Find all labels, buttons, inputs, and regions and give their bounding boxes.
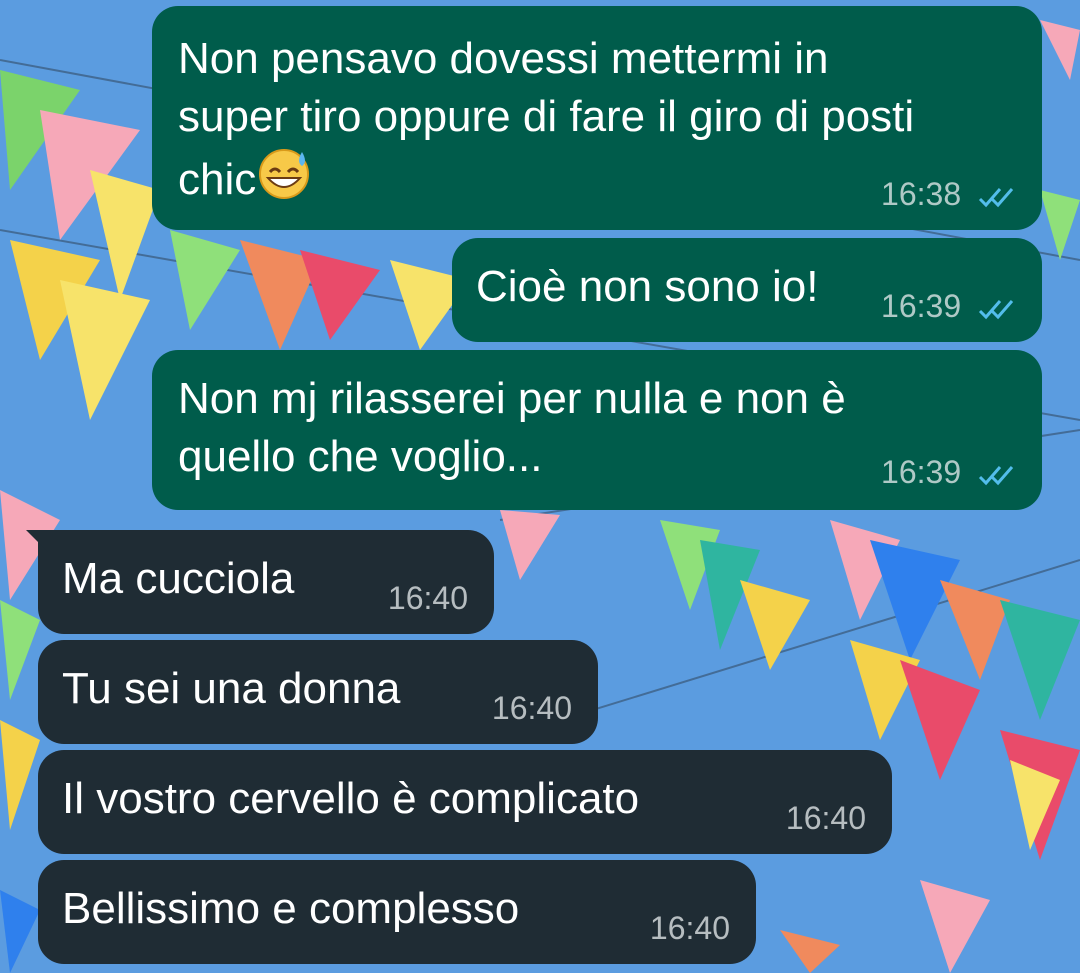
message-bubble-incoming[interactable]: Il vostro cervello è complicato 16:40 bbox=[38, 750, 892, 854]
message-time: 16:39 bbox=[881, 454, 962, 490]
message-meta: 16:40 bbox=[388, 580, 468, 616]
message-bubble-incoming[interactable]: Bellissimo e complesso 16:40 bbox=[38, 860, 756, 964]
double-check-read-icon bbox=[978, 187, 1014, 207]
message-bubble-incoming[interactable]: Ma cucciola 16:40 bbox=[26, 530, 494, 634]
message-meta: 16:40 bbox=[786, 800, 866, 836]
message-meta: 16:40 bbox=[650, 910, 730, 946]
message-bubble-outgoing[interactable]: Non pensavo dovessi mettermi in super ti… bbox=[152, 6, 1042, 230]
message-bubble-outgoing[interactable]: Non mj rilasserei per nulla e non è quel… bbox=[152, 350, 1042, 510]
message-time: 16:40 bbox=[491, 690, 572, 726]
message-time: 16:38 bbox=[881, 176, 962, 212]
message-time: 16:39 bbox=[881, 288, 962, 324]
message-text: Tu sei una donna bbox=[62, 664, 401, 713]
message-time: 16:40 bbox=[649, 910, 730, 946]
bubble-tail bbox=[26, 530, 48, 552]
double-check-read-icon bbox=[978, 465, 1014, 485]
message-text: Cioè non sono io! bbox=[476, 262, 819, 311]
message-meta: 16:40 bbox=[492, 690, 572, 726]
message-meta: 16:38 bbox=[881, 176, 1020, 212]
message-time: 16:40 bbox=[785, 800, 866, 836]
message-bubble-incoming[interactable]: Tu sei una donna 16:40 bbox=[38, 640, 598, 744]
grinning-face-with-sweat-icon bbox=[259, 149, 310, 199]
message-text: Ma cucciola bbox=[62, 554, 295, 603]
message-bubble-outgoing[interactable]: Cioè non sono io! 16:39 bbox=[452, 238, 1042, 342]
chat-message-list[interactable]: Non pensavo dovessi mettermi in super ti… bbox=[0, 0, 1080, 973]
message-time: 16:40 bbox=[387, 580, 468, 616]
message-meta: 16:39 bbox=[881, 454, 1020, 490]
double-check-read-icon bbox=[978, 299, 1014, 319]
message-text: Il vostro cervello è complicato bbox=[62, 774, 640, 823]
message-meta: 16:39 bbox=[881, 288, 1020, 324]
message-text: Bellissimo e complesso bbox=[62, 884, 520, 933]
